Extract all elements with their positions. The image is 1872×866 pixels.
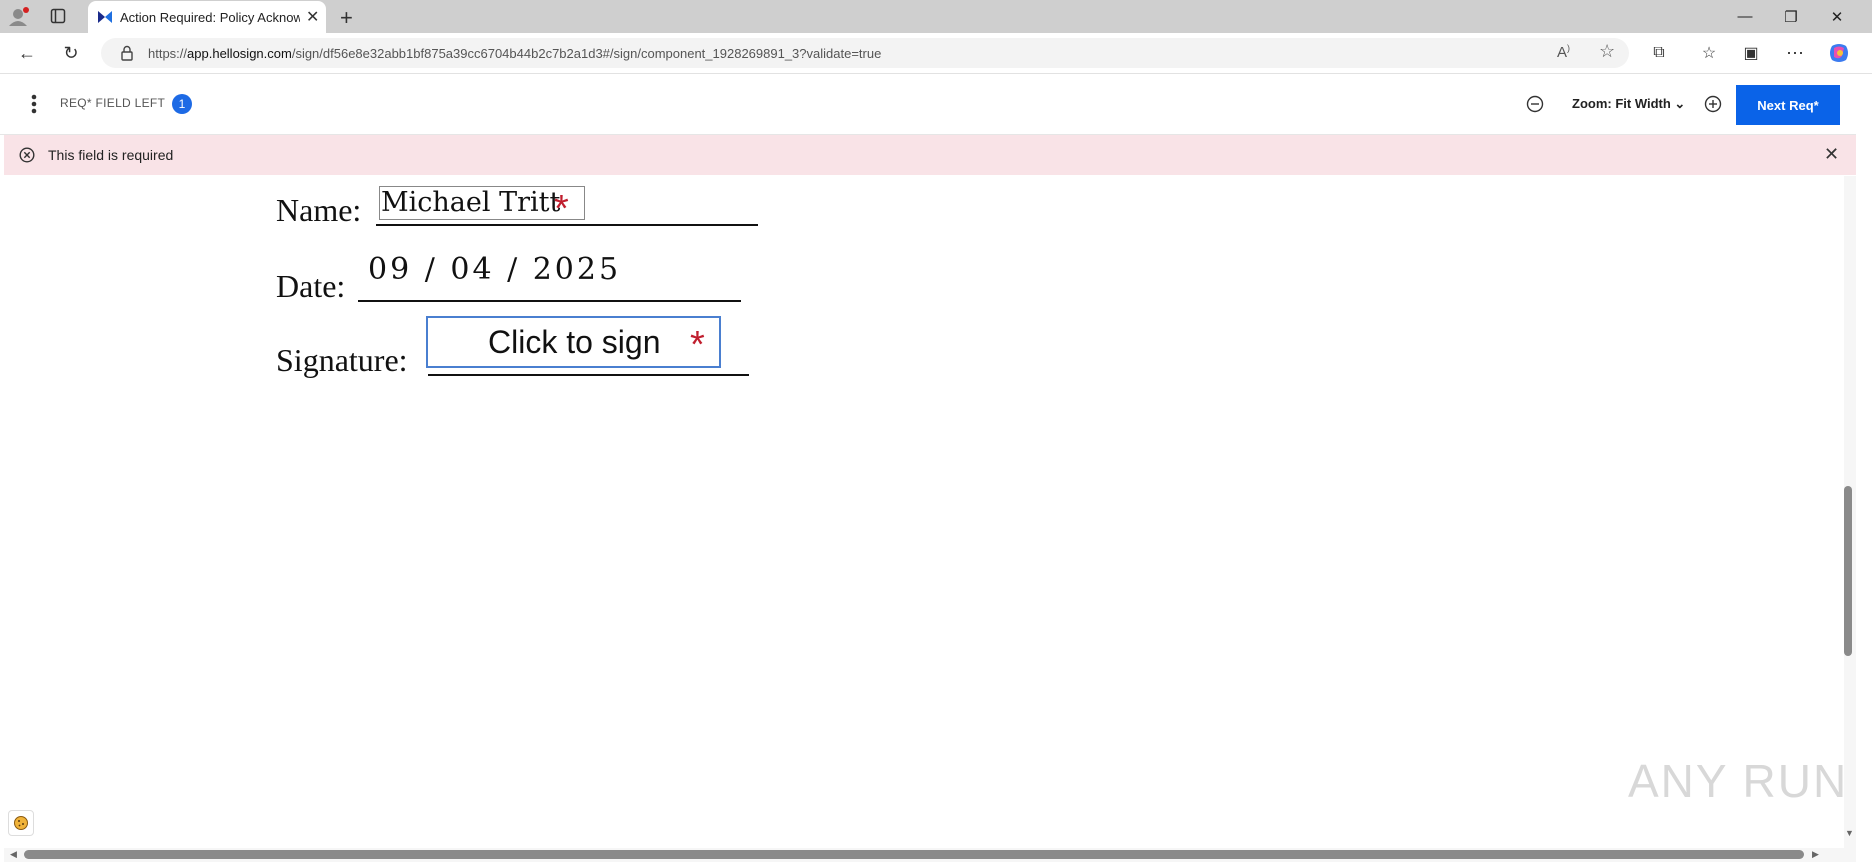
date-label: Date: [276,268,346,304]
next-required-button[interactable]: Next Req* [1736,85,1840,125]
vertical-scroll-thumb[interactable] [1844,486,1852,656]
cookie-settings-icon[interactable] [8,810,34,836]
extensions-icon[interactable]: ⧉ [1644,38,1674,68]
tab-title: Action Required: Policy Acknowle [120,10,300,25]
signing-toolbar: REQ* FIELD LEFT 1 Zoom: Fit Width ⌄ Next… [0,74,1856,135]
alert-message: This field is required [48,147,174,163]
zoom-label: Zoom: Fit Width [1572,96,1671,111]
minimize-icon[interactable]: — [1722,0,1768,33]
menu-kebab-icon[interactable] [30,93,38,115]
required-field-alert: This field is required ✕ [4,135,1856,175]
read-aloud-icon[interactable]: A) [1557,43,1570,61]
favorites-icon[interactable]: ☆ [1694,38,1724,68]
address-bar-row: ← ↻ https://app.hellosign.com/sign/df56e… [0,33,1872,74]
zoom-dropdown[interactable]: Zoom: Fit Width ⌄ [1572,96,1685,112]
required-count-badge: 1 [172,94,192,114]
click-to-sign-button[interactable]: Click to sign * [426,316,721,368]
date-value[interactable]: 09 / 04 / 2025 [368,252,621,287]
name-value: Michael Tritt [381,187,561,218]
scroll-down-arrow-icon[interactable]: ▼ [1845,828,1854,838]
address-bar[interactable]: https://app.hellosign.com/sign/df56e8e32… [101,38,1629,68]
lock-icon[interactable] [120,45,134,61]
signature-label: Signature: [276,342,408,378]
hellosign-logo-icon [97,9,113,25]
required-fields-label: REQ* FIELD LEFT [60,96,166,110]
name-required-asterisk: * [554,188,569,230]
new-tab-icon[interactable]: + [340,5,353,31]
window-close-icon[interactable]: ✕ [1814,0,1860,33]
url-prefix: https:// [148,46,188,61]
active-tab[interactable]: Action Required: Policy Acknowle ✕ [88,1,326,33]
name-field[interactable]: Michael Tritt * [379,186,585,228]
url-path: /sign/df56e8e32abb1bf875a39cc6704b44b2c7… [291,46,882,61]
alert-close-icon[interactable]: ✕ [1824,144,1839,165]
refresh-icon[interactable]: ↻ [56,38,86,68]
name-label: Name: [276,192,362,228]
zoom-in-icon[interactable] [1704,95,1722,113]
profile-icon[interactable] [8,6,30,28]
scroll-right-arrow-icon[interactable]: ▶ [1812,849,1819,860]
click-to-sign-label: Click to sign [488,324,661,360]
tab-actions-icon[interactable] [50,8,66,24]
zoom-out-icon[interactable] [1526,95,1544,113]
chevron-down-icon: ⌄ [1674,96,1686,111]
url-host: app.hellosign.com [187,46,292,61]
back-icon[interactable]: ← [12,38,42,68]
browser-title-bar: Action Required: Policy Acknowle ✕ + — ❐… [0,0,1872,33]
restore-icon[interactable]: ❐ [1768,0,1814,33]
horizontal-scroll-thumb[interactable] [24,850,1804,859]
collections-icon[interactable]: ▣ [1736,38,1766,68]
watermark: ANY RUN [1628,755,1849,807]
url-text[interactable]: https://app.hellosign.com/sign/df56e8e32… [148,46,881,61]
more-options-icon[interactable]: ⋯ [1780,38,1810,68]
signature-required-asterisk: * [690,324,705,366]
date-underline [358,300,741,302]
tab-close-icon[interactable]: ✕ [306,7,319,27]
copilot-icon[interactable] [1828,42,1850,64]
signature-underline [428,374,749,376]
favorite-star-icon[interactable]: ☆ [1599,41,1615,62]
error-circle-icon [19,147,35,163]
scroll-left-arrow-icon[interactable]: ◀ [10,849,17,860]
